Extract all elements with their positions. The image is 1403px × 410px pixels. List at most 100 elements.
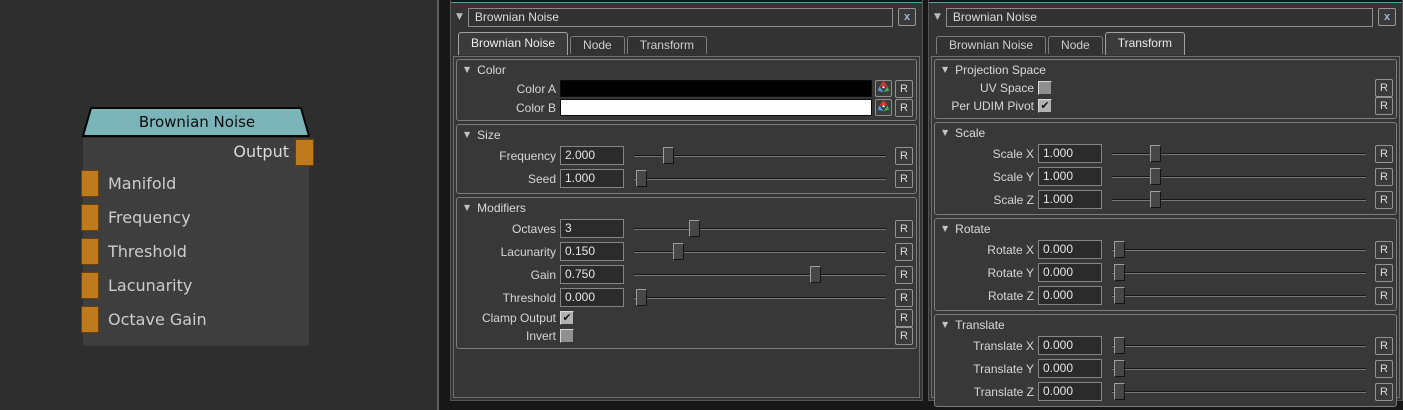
section-header-scale[interactable]: ▼Scale <box>937 123 1394 142</box>
scale-z-input[interactable]: 1.000 <box>1038 190 1102 209</box>
scale-y-input[interactable]: 1.000 <box>1038 167 1102 186</box>
slider-handle[interactable] <box>1150 168 1161 185</box>
slider-handle[interactable] <box>1114 337 1125 354</box>
slider-handle[interactable] <box>1114 360 1125 377</box>
scale-y-slider[interactable] <box>1112 167 1366 186</box>
rotate-y-slider[interactable] <box>1112 263 1366 282</box>
reset-button[interactable]: R <box>1375 191 1393 209</box>
rotate-y-input[interactable]: 0.000 <box>1038 263 1102 282</box>
reset-button[interactable]: R <box>895 309 913 327</box>
tab-brownian-noise[interactable]: Brownian Noise <box>458 32 568 55</box>
slider-handle[interactable] <box>1150 145 1161 162</box>
scale-x-input[interactable]: 1.000 <box>1038 144 1102 163</box>
brownian-noise-node[interactable]: Brownian Noise Output ManifoldFrequencyT… <box>80 106 314 346</box>
tab-transform[interactable]: Transform <box>1105 32 1185 55</box>
reset-button[interactable]: R <box>895 80 913 98</box>
scale-x-slider[interactable] <box>1112 144 1366 163</box>
reset-button[interactable]: R <box>895 170 913 188</box>
slider-handle[interactable] <box>689 220 700 237</box>
color-b-swatch[interactable] <box>560 99 872 116</box>
rotate-z-input[interactable]: 0.000 <box>1038 286 1102 305</box>
rotate-z-slider[interactable] <box>1112 286 1366 305</box>
reset-button[interactable]: R <box>1375 241 1393 259</box>
palette-title-field[interactable]: Brownian Noise <box>946 8 1373 27</box>
input-port-threshold[interactable] <box>81 238 99 265</box>
gain-input[interactable]: 0.750 <box>560 265 624 284</box>
reset-button[interactable]: R <box>1375 287 1393 305</box>
threshold-slider[interactable] <box>634 288 886 307</box>
input-port-manifold[interactable] <box>81 170 99 197</box>
scale-z-slider[interactable] <box>1112 190 1366 209</box>
palette-title-field[interactable]: Brownian Noise <box>468 8 893 27</box>
color-a-swatch[interactable] <box>560 80 872 97</box>
reset-button[interactable]: R <box>1375 360 1393 378</box>
reset-button[interactable]: R <box>1375 145 1393 163</box>
node-header[interactable]: Brownian Noise <box>80 106 314 138</box>
tab-brownian-noise[interactable]: Brownian Noise <box>936 36 1046 54</box>
reset-button[interactable]: R <box>895 99 913 117</box>
translate-x-slider[interactable] <box>1112 336 1366 355</box>
lacunarity-input[interactable]: 0.150 <box>560 242 624 261</box>
tab-node[interactable]: Node <box>1048 36 1103 54</box>
slider-handle[interactable] <box>1114 287 1125 304</box>
octaves-slider[interactable] <box>634 219 886 238</box>
collapse-triangle-icon[interactable]: ▼ <box>934 12 941 22</box>
slider-handle[interactable] <box>1114 241 1125 258</box>
clamp-output-checkbox[interactable] <box>560 311 574 325</box>
reset-button[interactable]: R <box>1375 383 1393 401</box>
section-header-rotate[interactable]: ▼Rotate <box>937 219 1394 238</box>
input-port-lacunarity[interactable] <box>81 272 99 299</box>
reset-button[interactable]: R <box>1375 79 1393 97</box>
reset-button[interactable]: R <box>895 220 913 238</box>
output-port[interactable] <box>295 139 314 166</box>
slider-handle[interactable] <box>663 147 674 164</box>
color-picker-button[interactable] <box>875 80 892 97</box>
slider-handle[interactable] <box>636 289 647 306</box>
reset-button[interactable]: R <box>1375 337 1393 355</box>
node-graph-canvas[interactable]: Brownian Noise Output ManifoldFrequencyT… <box>0 0 439 410</box>
slider-handle[interactable] <box>1114 264 1125 281</box>
frequency-slider[interactable] <box>634 146 886 165</box>
tab-transform[interactable]: Transform <box>627 36 707 54</box>
lacunarity-slider[interactable] <box>634 242 886 261</box>
rotate-x-input[interactable]: 0.000 <box>1038 240 1102 259</box>
translate-z-input[interactable]: 0.000 <box>1038 382 1102 401</box>
seed-input[interactable]: 1.000 <box>560 169 624 188</box>
per-udim-pivot-checkbox[interactable] <box>1038 99 1052 113</box>
reset-button[interactable]: R <box>895 147 913 165</box>
collapse-triangle-icon[interactable]: ▼ <box>456 12 463 22</box>
translate-y-input[interactable]: 0.000 <box>1038 359 1102 378</box>
section-header-color[interactable]: ▼Color <box>459 60 914 79</box>
threshold-input[interactable]: 0.000 <box>560 288 624 307</box>
slider-handle[interactable] <box>1150 191 1161 208</box>
slider-handle[interactable] <box>810 266 821 283</box>
translate-z-slider[interactable] <box>1112 382 1366 401</box>
octaves-input[interactable]: 3 <box>560 219 624 238</box>
reset-button[interactable]: R <box>1375 97 1393 115</box>
slider-handle[interactable] <box>636 170 647 187</box>
frequency-input[interactable]: 2.000 <box>560 146 624 165</box>
close-button[interactable]: x <box>1378 8 1396 26</box>
seed-slider[interactable] <box>634 169 886 188</box>
rotate-x-slider[interactable] <box>1112 240 1366 259</box>
section-header-translate[interactable]: ▼Translate <box>937 315 1394 334</box>
input-port-octave-gain[interactable] <box>81 306 99 333</box>
reset-button[interactable]: R <box>1375 168 1393 186</box>
reset-button[interactable]: R <box>895 243 913 261</box>
slider-handle[interactable] <box>673 243 684 260</box>
invert-checkbox[interactable] <box>560 329 574 343</box>
tab-node[interactable]: Node <box>570 36 625 54</box>
reset-button[interactable]: R <box>1375 264 1393 282</box>
uv-space-checkbox[interactable] <box>1038 81 1052 95</box>
section-header-projection-space[interactable]: ▼Projection Space <box>937 60 1394 79</box>
translate-y-slider[interactable] <box>1112 359 1366 378</box>
input-port-frequency[interactable] <box>81 204 99 231</box>
gain-slider[interactable] <box>634 265 886 284</box>
section-header-modifiers[interactable]: ▼Modifiers <box>459 198 914 217</box>
section-header-size[interactable]: ▼Size <box>459 125 914 144</box>
reset-button[interactable]: R <box>895 289 913 307</box>
reset-button[interactable]: R <box>895 327 913 345</box>
color-picker-button[interactable] <box>875 99 892 116</box>
reset-button[interactable]: R <box>895 266 913 284</box>
slider-handle[interactable] <box>1114 383 1125 400</box>
